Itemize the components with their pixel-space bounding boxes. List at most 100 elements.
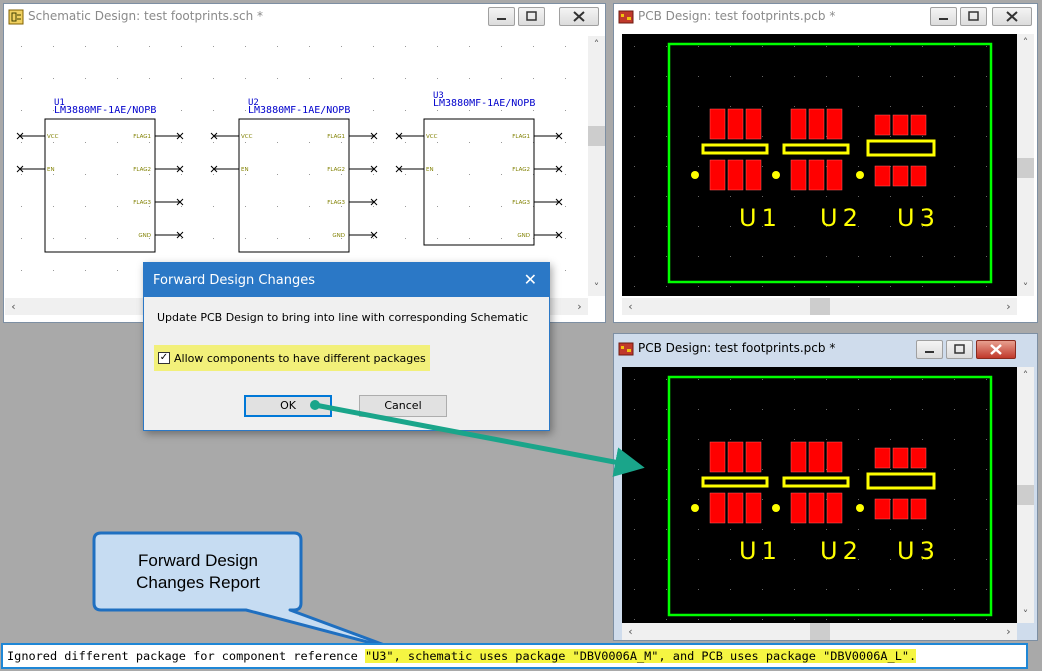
pad [709, 441, 726, 473]
dialog-title: Forward Design Changes [153, 273, 315, 288]
scroll-left-icon[interactable]: ‹ [5, 298, 22, 315]
footprint-label: U3 [897, 204, 940, 232]
minimize-icon [497, 18, 506, 20]
report-line: Ignored different package for component … [7, 649, 917, 663]
callout-box: Forward Design Changes Report [92, 531, 400, 652]
close-button[interactable] [559, 7, 599, 26]
pin1-marker [772, 171, 780, 179]
schematic-title: Schematic Design: test footprints.sch * [28, 9, 263, 23]
pin-label: VCC [47, 134, 59, 140]
close-button[interactable] [976, 340, 1016, 359]
pcb-bottom-vscroll-thumb[interactable] [1017, 485, 1034, 505]
scroll-down-icon[interactable]: ˅ [588, 279, 605, 296]
scroll-left-icon[interactable]: ‹ [622, 623, 639, 640]
close-button[interactable] [992, 7, 1032, 26]
checkbox-label[interactable]: Allow components to have different packa… [174, 352, 426, 365]
close-icon[interactable]: ✕ [524, 270, 537, 289]
forward-design-changes-dialog[interactable]: Forward Design Changes ✕ Update PCB Desi… [143, 262, 550, 431]
pad [808, 108, 825, 140]
pcb-window-top[interactable]: PCB Design: test footprints.pcb * U1 U2 U3… [613, 3, 1038, 323]
pcb-top-hscroll-thumb[interactable] [810, 298, 830, 315]
scroll-right-icon[interactable]: › [1000, 623, 1017, 640]
maximize-button[interactable] [946, 340, 973, 359]
pad [790, 108, 807, 140]
pcb-top-vscroll-thumb[interactable] [1017, 158, 1034, 178]
scroll-up-icon[interactable]: ˄ [1017, 367, 1034, 384]
pin1-marker [856, 171, 864, 179]
pcb-top-hscroll[interactable]: ‹ › [622, 298, 1017, 315]
scroll-right-icon[interactable]: › [1000, 298, 1017, 315]
footprint-label: U3 [897, 537, 940, 565]
pin1-marker [772, 504, 780, 512]
footprint-label: U1 [739, 537, 782, 565]
pin-label: FLAG2 [133, 167, 151, 173]
pad [826, 441, 843, 473]
footprint-label: U2 [820, 537, 863, 565]
schematic-titlebar[interactable]: Schematic Design: test footprints.sch * [4, 4, 605, 30]
schematic-drawing: U1LM3880MF-1AE/NOPBVCCENFLAG1FLAG2FLAG3G… [5, 36, 588, 296]
pin-label: FLAG1 [133, 134, 151, 140]
pad [826, 108, 843, 140]
pad [745, 159, 762, 191]
maximize-icon [954, 344, 965, 354]
scroll-left-icon[interactable]: ‹ [622, 298, 639, 315]
pad [892, 447, 909, 469]
dialog-titlebar[interactable]: Forward Design Changes ✕ [144, 263, 549, 297]
ok-button[interactable]: OK [244, 395, 332, 417]
pad [910, 114, 927, 136]
footprint-label: U1 [739, 204, 782, 232]
pad [874, 498, 891, 520]
pcb-bottom-canvas[interactable]: U1 U2 U3 [622, 367, 1017, 623]
pcb-top-title: PCB Design: test footprints.pcb * [638, 9, 836, 23]
pin-label: FLAG3 [512, 200, 530, 206]
scroll-right-icon[interactable]: › [571, 298, 588, 315]
pin-label: FLAG2 [512, 167, 530, 173]
maximize-icon [526, 11, 537, 21]
pcb-top-titlebar[interactable]: PCB Design: test footprints.pcb * [614, 4, 1037, 30]
pad [910, 498, 927, 520]
allow-different-packages-checkbox[interactable]: ✓ [158, 352, 170, 364]
component-part: LM3880MF-1AE/NOPB [248, 105, 350, 116]
scroll-down-icon[interactable]: ˅ [1017, 279, 1034, 296]
scroll-up-icon[interactable]: ˄ [1017, 34, 1034, 51]
pcb-app-icon [618, 342, 634, 356]
pin-label: FLAG1 [327, 134, 345, 140]
pcb-bottom-titlebar[interactable]: PCB Design: test footprints.pcb * [614, 334, 1037, 360]
pad [790, 492, 807, 524]
pcb-top-canvas[interactable]: U1 U2 U3 [622, 34, 1017, 296]
pin-label: EN [426, 167, 434, 173]
scroll-up-icon[interactable]: ˄ [588, 36, 605, 53]
pin-label: FLAG3 [327, 200, 345, 206]
pad [874, 165, 891, 187]
pin-label: GND [332, 233, 345, 239]
pcb-bottom-vscroll[interactable]: ˄ ˅ [1017, 367, 1034, 623]
maximize-icon [968, 11, 979, 21]
pcb-window-bottom[interactable]: PCB Design: test footprints.pcb * U1 U2 U3… [613, 333, 1038, 641]
pad [808, 492, 825, 524]
pad [892, 165, 909, 187]
minimize-button[interactable] [916, 340, 943, 359]
maximize-button[interactable] [960, 7, 987, 26]
pad [826, 492, 843, 524]
pcb-bottom-hscroll-thumb[interactable] [810, 623, 830, 640]
schematic-vscroll-thumb[interactable] [588, 126, 605, 146]
schematic-vscroll[interactable]: ˄ ˅ [588, 36, 605, 296]
pcb-app-icon [618, 10, 634, 24]
pad [910, 165, 927, 187]
close-icon [1006, 11, 1018, 22]
pcb-top-vscroll[interactable]: ˄ ˅ [1017, 34, 1034, 296]
minimize-button[interactable] [930, 7, 957, 26]
pad [727, 492, 744, 524]
pad [745, 108, 762, 140]
pad [709, 492, 726, 524]
pad [808, 159, 825, 191]
report-highlight: "U3", schematic uses package "DBV0006A_M… [364, 649, 917, 663]
maximize-button[interactable] [518, 7, 545, 26]
pcb-bottom-hscroll[interactable]: ‹ › [622, 623, 1017, 640]
scroll-down-icon[interactable]: ˅ [1017, 606, 1034, 623]
pad [727, 108, 744, 140]
pin-label: GND [517, 233, 530, 239]
minimize-button[interactable] [488, 7, 515, 26]
cancel-button[interactable]: Cancel [359, 395, 447, 417]
schematic-canvas[interactable]: U1 LM3880MF-1AE/NOPB VCC EN FLAG1 FLAG2 FLAG3 G… [5, 36, 588, 296]
